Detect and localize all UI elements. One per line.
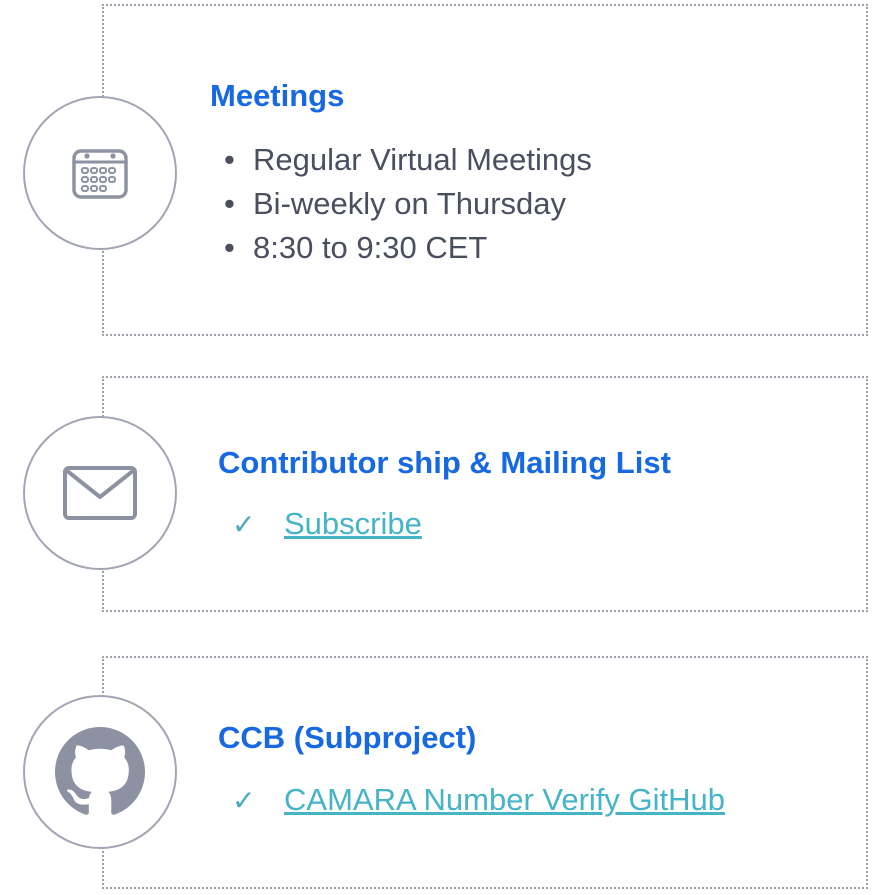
meetings-icon-circle [23,96,177,250]
envelope-icon [63,466,137,520]
ccb-icon-circle [23,695,177,849]
meetings-item: 8:30 to 9:30 CET [224,226,592,270]
meetings-item: Regular Virtual Meetings [224,138,592,182]
meetings-list: Regular Virtual Meetings Bi-weekly on Th… [224,138,592,270]
github-row: ✓ CAMARA Number Verify GitHub [232,782,725,818]
github-icon [55,727,145,815]
calendar-icon [72,149,128,199]
github-link[interactable]: CAMARA Number Verify GitHub [284,782,725,818]
mailing-icon-circle [23,416,177,570]
subscribe-row: ✓ Subscribe [232,506,422,542]
check-icon: ✓ [232,508,256,540]
subscribe-link[interactable]: Subscribe [284,506,422,542]
meetings-item: Bi-weekly on Thursday [224,182,592,226]
mailing-card [102,376,868,612]
meetings-title: Meetings [210,78,345,113]
check-icon: ✓ [232,784,256,816]
mailing-title: Contributor ship & Mailing List [218,445,671,480]
ccb-title: CCB (Subproject) [218,720,477,755]
ccb-card [102,656,868,889]
